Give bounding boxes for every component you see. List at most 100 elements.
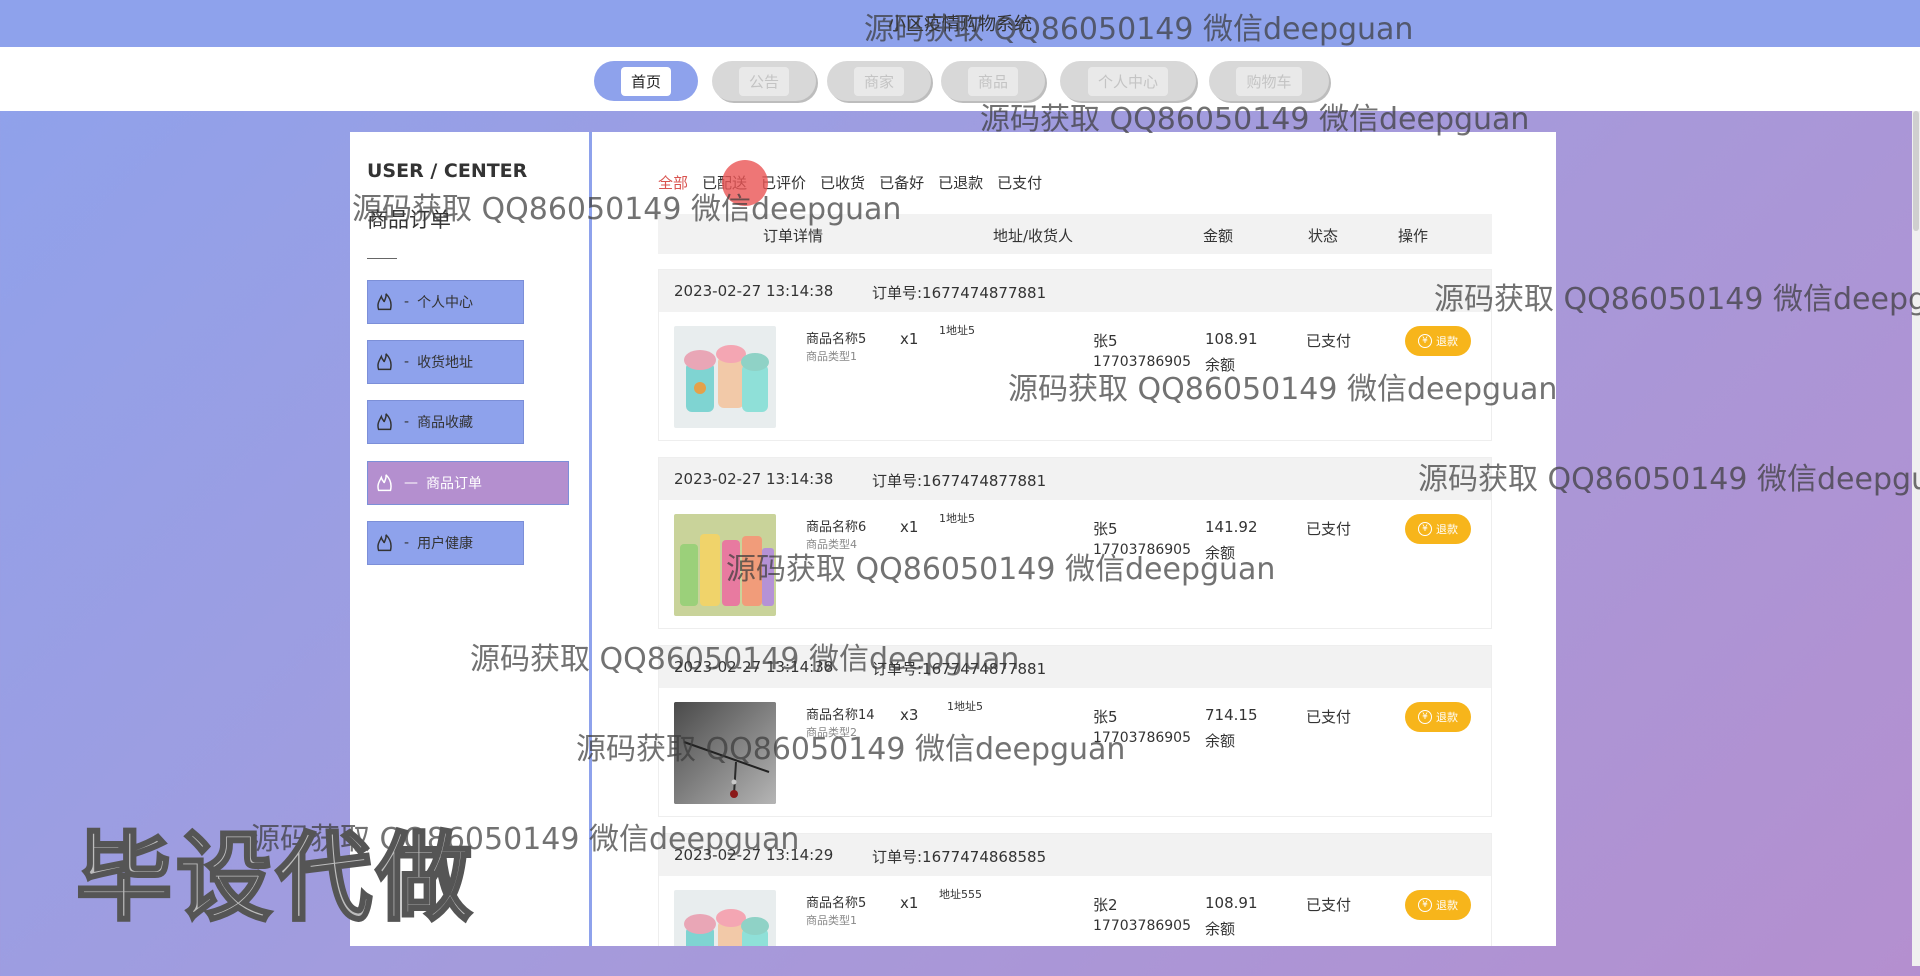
big-watermark: 毕设代做 (75, 821, 476, 936)
filter-refunded[interactable]: 已退款 (938, 172, 983, 193)
receiver-phone: 17703786905 (1093, 542, 1191, 558)
hanging-ornament-image (674, 702, 776, 804)
click-indicator (722, 160, 768, 206)
product-name[interactable]: 商品名称14 (806, 704, 875, 723)
product-thumbnail[interactable] (674, 514, 776, 616)
sidebar-item-personal-center[interactable]: - 个人中心 (367, 280, 524, 324)
receiver-phone: 17703786905 (1093, 730, 1191, 746)
nav-home-label: 首页 (620, 66, 671, 96)
product-quantity: x1 (900, 894, 919, 912)
filter-paid[interactable]: 已支付 (997, 172, 1042, 193)
order-header: 2023-02-27 13:14:38 订单号:1677474877881 (659, 458, 1491, 500)
nav-merchant-label: 商家 (853, 66, 904, 96)
yen-coin-icon: ¥ (1418, 710, 1432, 724)
product-type: 商品类型1 (806, 350, 857, 363)
order-date: 2023-02-27 13:14:38 (674, 470, 834, 488)
main-nav: 首页 公告 商家 商品 个人中心 购物车 (0, 47, 1920, 111)
sidebar-item-address[interactable]: - 收货地址 (367, 340, 524, 384)
product-thumbnail[interactable] (674, 702, 776, 804)
sidebar-item-label: 商品收藏 (417, 415, 474, 431)
product-type: 商品类型1 (806, 914, 857, 927)
product-quantity: x3 (900, 706, 919, 724)
order-number: 订单号:1677474877881 (872, 284, 1047, 302)
payment-method: 余额 (1205, 544, 1236, 562)
nav-merchant[interactable]: 商家 (827, 61, 931, 101)
col-order-detail: 订单详情 (763, 227, 824, 245)
filter-all[interactable]: 全部 (658, 172, 688, 193)
order-number: 订单号:1677474877881 (872, 660, 1047, 678)
filter-prepared[interactable]: 已备好 (879, 172, 924, 193)
delivery-address: 1地址5 (939, 324, 975, 337)
scrollbar-thumb[interactable] (1913, 111, 1919, 231)
receiver-name: 张2 (1093, 896, 1118, 914)
sidebar-item-orders[interactable]: — 商品订单 (367, 461, 569, 505)
bottles-image (674, 514, 776, 616)
orders-table-header: 订单详情 地址/收货人 金额 状态 操作 (658, 214, 1492, 254)
order-card: 2023-02-27 13:14:38 订单号:1677474877881 商品… (658, 457, 1492, 629)
nav-notice-label: 公告 (738, 66, 789, 96)
order-body: 商品名称14 商品类型2 x3 1地址5 张5 17703786905 714.… (659, 688, 1491, 818)
sidebar-item-label: 商品订单 (426, 476, 482, 492)
product-thumbnail[interactable] (674, 326, 776, 428)
sidebar-item-favorites[interactable]: - 商品收藏 (367, 400, 524, 444)
filter-received[interactable]: 已收货 (820, 172, 865, 193)
order-body: 商品名称5 商品类型1 x1 1地址5 张5 17703786905 108.9… (659, 312, 1491, 442)
col-action: 操作 (1398, 227, 1429, 245)
nav-personal-center[interactable]: 个人中心 (1060, 61, 1196, 101)
flame-icon (377, 413, 392, 431)
order-filter-tabs: 全部 已配送 已评价 已收货 已备好 已退款 已支付 (658, 172, 1056, 193)
refund-label: 退款 (1436, 711, 1458, 724)
menu-dash: - (404, 535, 410, 551)
product-name[interactable]: 商品名称6 (806, 516, 866, 535)
order-date: 2023-02-27 13:14:38 (674, 658, 834, 676)
refund-label: 退款 (1436, 335, 1458, 348)
col-address: 地址/收货人 (993, 227, 1074, 245)
yen-coin-icon: ¥ (1418, 334, 1432, 348)
receiver-name: 张5 (1093, 708, 1118, 726)
flame-icon (377, 474, 392, 492)
menu-dash: - (404, 354, 410, 370)
nav-personal-label: 个人中心 (1087, 66, 1168, 96)
nav-notice[interactable]: 公告 (712, 61, 816, 101)
cups-image (674, 890, 776, 946)
divider (367, 258, 397, 259)
col-status: 状态 (1308, 227, 1339, 245)
user-center-panel: USER / CENTER 商品订单 - 个人中心 - 收货地址 - 商品收藏 … (350, 132, 1556, 946)
refund-button[interactable]: ¥ 退款 (1405, 702, 1471, 732)
flame-icon (377, 534, 392, 552)
order-amount: 108.91 (1205, 894, 1258, 912)
order-number: 订单号:1677474877881 (872, 472, 1047, 490)
menu-dash: - (404, 294, 410, 310)
page-scrollbar[interactable] (1912, 111, 1920, 966)
order-header: 2023-02-27 13:14:38 订单号:1677474877881 (659, 646, 1491, 688)
cups-image (674, 326, 776, 428)
nav-cart[interactable]: 购物车 (1209, 61, 1329, 101)
order-amount: 714.15 (1205, 706, 1258, 724)
user-center-subtitle: 商品订单 (367, 208, 451, 232)
sidebar-item-health[interactable]: - 用户健康 (367, 521, 524, 565)
product-type: 商品类型4 (806, 538, 857, 551)
order-number: 订单号:1677474868585 (872, 848, 1047, 866)
order-status: 已支付 (1306, 708, 1352, 726)
refund-label: 退款 (1436, 899, 1458, 912)
order-card: 2023-02-27 13:14:29 订单号:1677474868585 商品… (658, 833, 1492, 946)
order-body: 商品名称6 商品类型4 x1 1地址5 张5 17703786905 141.9… (659, 500, 1491, 630)
nav-cart-label: 购物车 (1236, 66, 1302, 96)
payment-method: 余额 (1205, 356, 1236, 374)
user-center-title: USER / CENTER (367, 160, 528, 182)
menu-dash: — (404, 475, 418, 491)
yen-coin-icon: ¥ (1418, 898, 1432, 912)
product-thumbnail[interactable] (674, 890, 776, 946)
delivery-address: 1地址5 (939, 512, 975, 525)
delivery-address: 地址555 (939, 888, 982, 901)
receiver-name: 张5 (1093, 520, 1118, 538)
product-name[interactable]: 商品名称5 (806, 328, 866, 347)
refund-button[interactable]: ¥ 退款 (1405, 890, 1471, 920)
flame-icon (377, 353, 392, 371)
product-name[interactable]: 商品名称5 (806, 892, 866, 911)
nav-product[interactable]: 商品 (941, 61, 1045, 101)
order-date: 2023-02-27 13:14:38 (674, 282, 834, 300)
refund-button[interactable]: ¥ 退款 (1405, 514, 1471, 544)
refund-button[interactable]: ¥ 退款 (1405, 326, 1471, 356)
nav-home[interactable]: 首页 (594, 61, 698, 101)
